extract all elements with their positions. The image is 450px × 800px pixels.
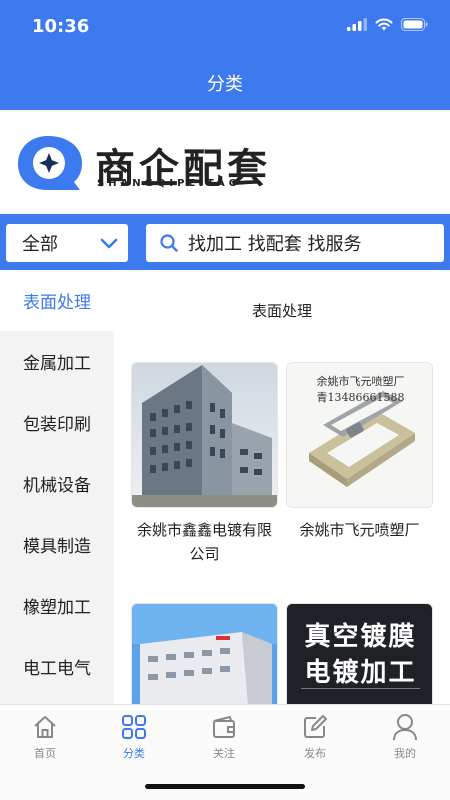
sidebar-item-surface-treatment[interactable]: 表面处理 bbox=[0, 270, 114, 331]
sidebar-item-label: 金属加工 bbox=[23, 354, 91, 374]
search-icon bbox=[160, 234, 178, 252]
vacuum-coating-banner: 真空镀膜 电镀加工 bbox=[286, 603, 433, 704]
company-card[interactable] bbox=[131, 603, 278, 704]
edit-icon bbox=[304, 715, 327, 738]
sidebar-item-label: 表面处理 bbox=[23, 293, 91, 313]
category-content: 表面处理 余姚市鑫鑫电镀有限公司 余姚市飞元喷塑厂 青13486661588 余… bbox=[114, 270, 450, 704]
home-indicator bbox=[145, 784, 305, 789]
tab-label: 首页 bbox=[34, 747, 56, 760]
brand-logo-icon bbox=[18, 136, 82, 190]
scope-dropdown[interactable]: 全部 bbox=[6, 224, 128, 262]
sidebar-item-label: 橡塑加工 bbox=[23, 598, 91, 618]
tab-follow[interactable]: 关注 bbox=[194, 713, 254, 761]
photo-phone: 青13486661588 bbox=[316, 391, 405, 404]
battery-icon bbox=[401, 18, 428, 31]
factory-building-photo bbox=[131, 362, 278, 508]
tab-label: 我的 bbox=[394, 747, 416, 760]
sidebar-item-rubber-plastic[interactable]: 橡塑加工 bbox=[0, 575, 114, 636]
sidebar-item-electrical[interactable]: 电工电气 bbox=[0, 636, 114, 697]
company-name: 余姚市飞元喷塑厂 bbox=[299, 521, 420, 539]
brand-banner: 商企配套 SHANGQIPEITAO bbox=[0, 110, 450, 214]
section-title: 表面处理 bbox=[251, 302, 312, 320]
sidebar-item-machinery[interactable]: 机械设备 bbox=[0, 453, 114, 514]
page-title: 分类 bbox=[207, 74, 243, 95]
banner-line-1: 真空镀膜 bbox=[304, 622, 417, 652]
sidebar-item-label: 包装印刷 bbox=[23, 415, 91, 435]
sidebar-item-packaging-printing[interactable]: 包装印刷 bbox=[0, 392, 114, 453]
status-icons bbox=[347, 18, 428, 31]
tab-label: 关注 bbox=[213, 747, 235, 760]
sidebar-item-label: 电工电气 bbox=[23, 659, 91, 679]
sidebar-item-metal-processing[interactable]: 金属加工 bbox=[0, 331, 114, 392]
wifi-icon bbox=[375, 18, 393, 31]
signal-icon bbox=[347, 18, 367, 31]
tab-home[interactable]: 首页 bbox=[15, 713, 75, 761]
tab-publish[interactable]: 发布 bbox=[285, 713, 345, 761]
banner-divider bbox=[301, 688, 420, 689]
sidebar-item-mold-making[interactable]: 模具制造 bbox=[0, 514, 114, 575]
wallet-icon bbox=[213, 716, 235, 738]
powder-coated-frame-photo: 余姚市飞元喷塑厂 青13486661588 bbox=[286, 362, 433, 508]
photo-caption: 余姚市飞元喷塑厂 bbox=[316, 375, 405, 388]
user-icon bbox=[393, 714, 417, 741]
office-building-photo bbox=[131, 603, 278, 704]
tab-label: 发布 bbox=[304, 747, 326, 760]
tab-profile[interactable]: 我的 bbox=[375, 713, 435, 761]
brand-pinyin: SHANGQIPEITAO bbox=[97, 178, 242, 189]
company-card[interactable]: 余姚市飞元喷塑厂 青13486661588 余姚市飞元喷塑厂 bbox=[286, 362, 433, 542]
company-name: 余姚市鑫鑫电镀有限公司 bbox=[136, 521, 272, 563]
tab-label: 分类 bbox=[123, 747, 145, 760]
category-sidebar: 表面处理 金属加工 包装印刷 机械设备 模具制造 橡塑加工 电工电气 bbox=[0, 270, 114, 704]
search-input[interactable]: 找加工 找配套 找服务 bbox=[146, 224, 444, 262]
company-card[interactable]: 真空镀膜 电镀加工 bbox=[286, 603, 433, 704]
company-card[interactable]: 余姚市鑫鑫电镀有限公司 bbox=[131, 362, 278, 566]
banner-line-2: 电镀加工 bbox=[304, 658, 417, 688]
tab-category[interactable]: 分类 bbox=[104, 713, 164, 761]
status-bar: 10:36 bbox=[0, 0, 450, 52]
category-grid-icon bbox=[122, 715, 146, 739]
sidebar-item-label: 机械设备 bbox=[23, 476, 91, 496]
status-time: 10:36 bbox=[32, 16, 90, 37]
chevron-down-icon bbox=[100, 238, 118, 249]
sidebar-item-label: 模具制造 bbox=[23, 537, 91, 557]
scope-label: 全部 bbox=[22, 234, 58, 255]
search-bar: 全部 找加工 找配套 找服务 bbox=[0, 214, 450, 270]
home-icon bbox=[34, 716, 56, 738]
search-placeholder: 找加工 找配套 找服务 bbox=[188, 234, 362, 255]
